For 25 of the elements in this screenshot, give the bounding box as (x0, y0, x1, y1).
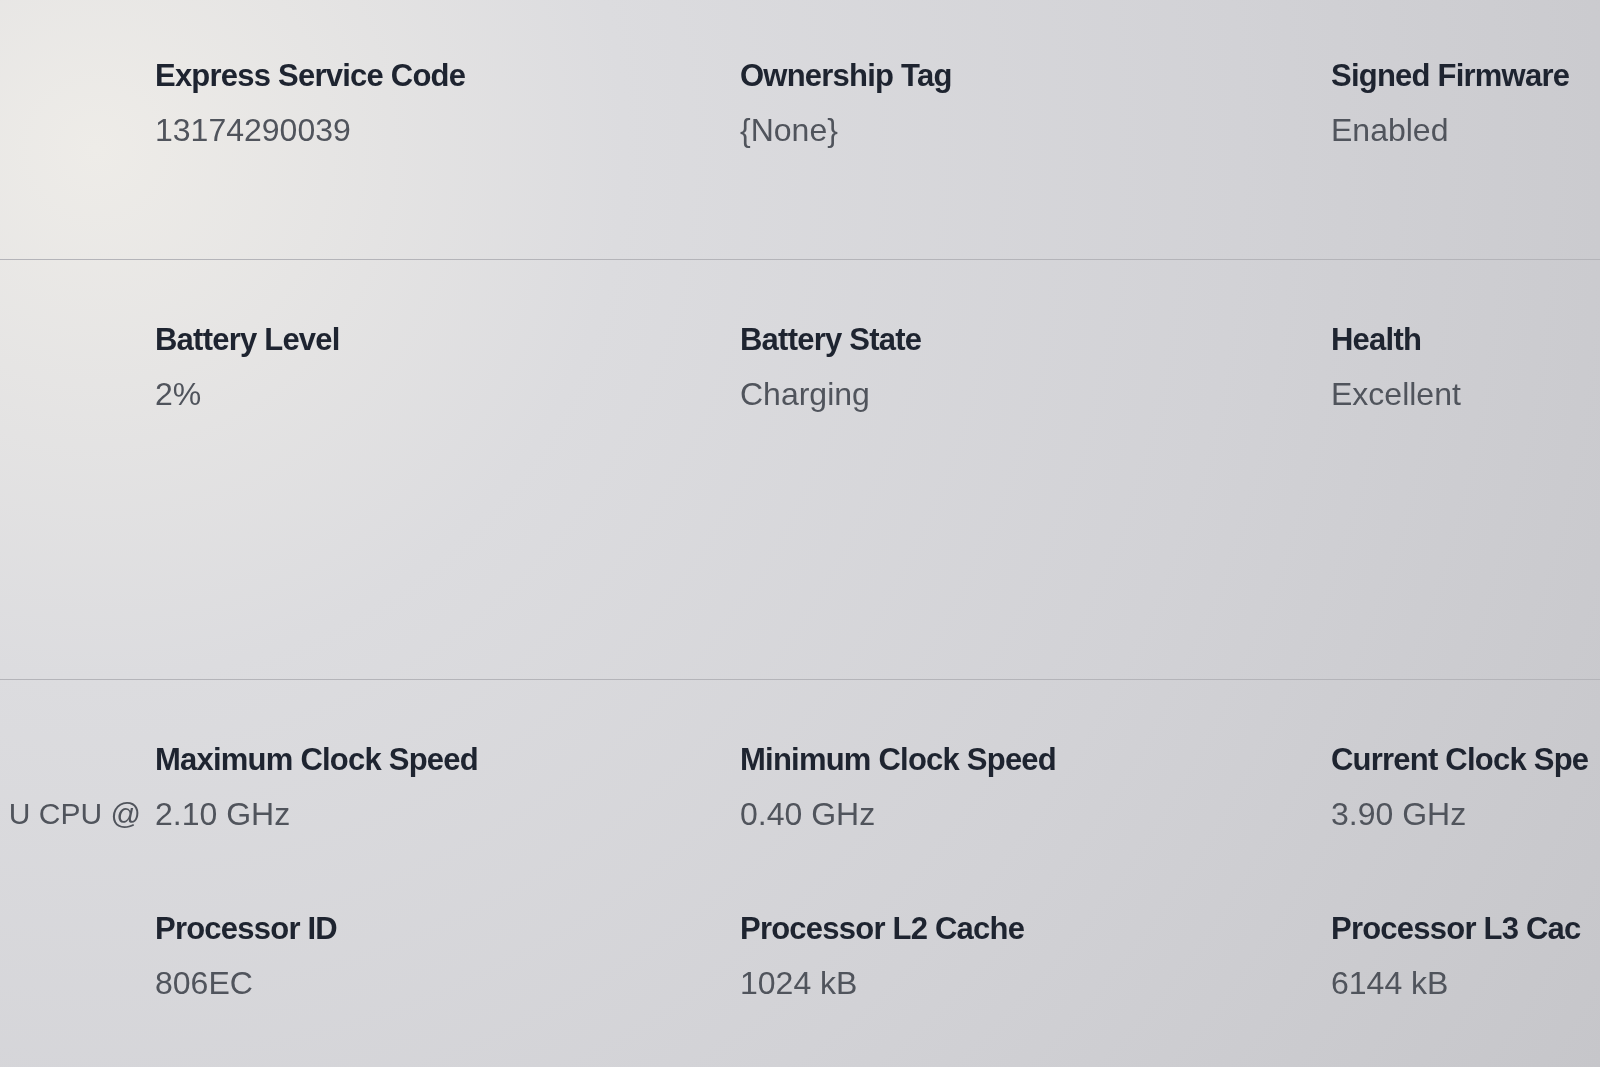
field-label: Maximum Clock Speed (155, 741, 478, 779)
field-value: 0.40 GHz (740, 795, 876, 834)
field-label: Signed Firmware (1331, 57, 1570, 95)
field-label: Ownership Tag (740, 57, 952, 95)
field-label: Current Clock Spe (1331, 741, 1589, 779)
field-label: Health (1331, 321, 1422, 359)
field-value: 2% (155, 375, 202, 414)
field-value: 806EC (155, 964, 253, 1003)
field-value: 6144 kB (1331, 964, 1449, 1003)
field-label: Express Service Code (155, 57, 466, 95)
field-value: 13174290039 (155, 111, 351, 150)
field-value: U CPU @ (8, 796, 141, 832)
field-value: Charging (740, 375, 870, 414)
field-value: {None} (740, 111, 838, 150)
field-label: Minimum Clock Speed (740, 741, 1056, 779)
field-label: Processor ID (155, 910, 337, 948)
field-value: Excellent (1331, 375, 1461, 414)
field-value: 2.10 GHz (155, 795, 291, 834)
field-value: Enabled (1331, 111, 1449, 150)
field-label: Processor L2 Cache (740, 910, 1025, 948)
field-value: 1024 kB (740, 964, 858, 1003)
field-label: Battery State (740, 321, 922, 359)
field-label: Processor L3 Cac (1331, 910, 1581, 948)
field-value: 3.90 GHz (1331, 795, 1467, 834)
field-label: Battery Level (155, 321, 340, 359)
